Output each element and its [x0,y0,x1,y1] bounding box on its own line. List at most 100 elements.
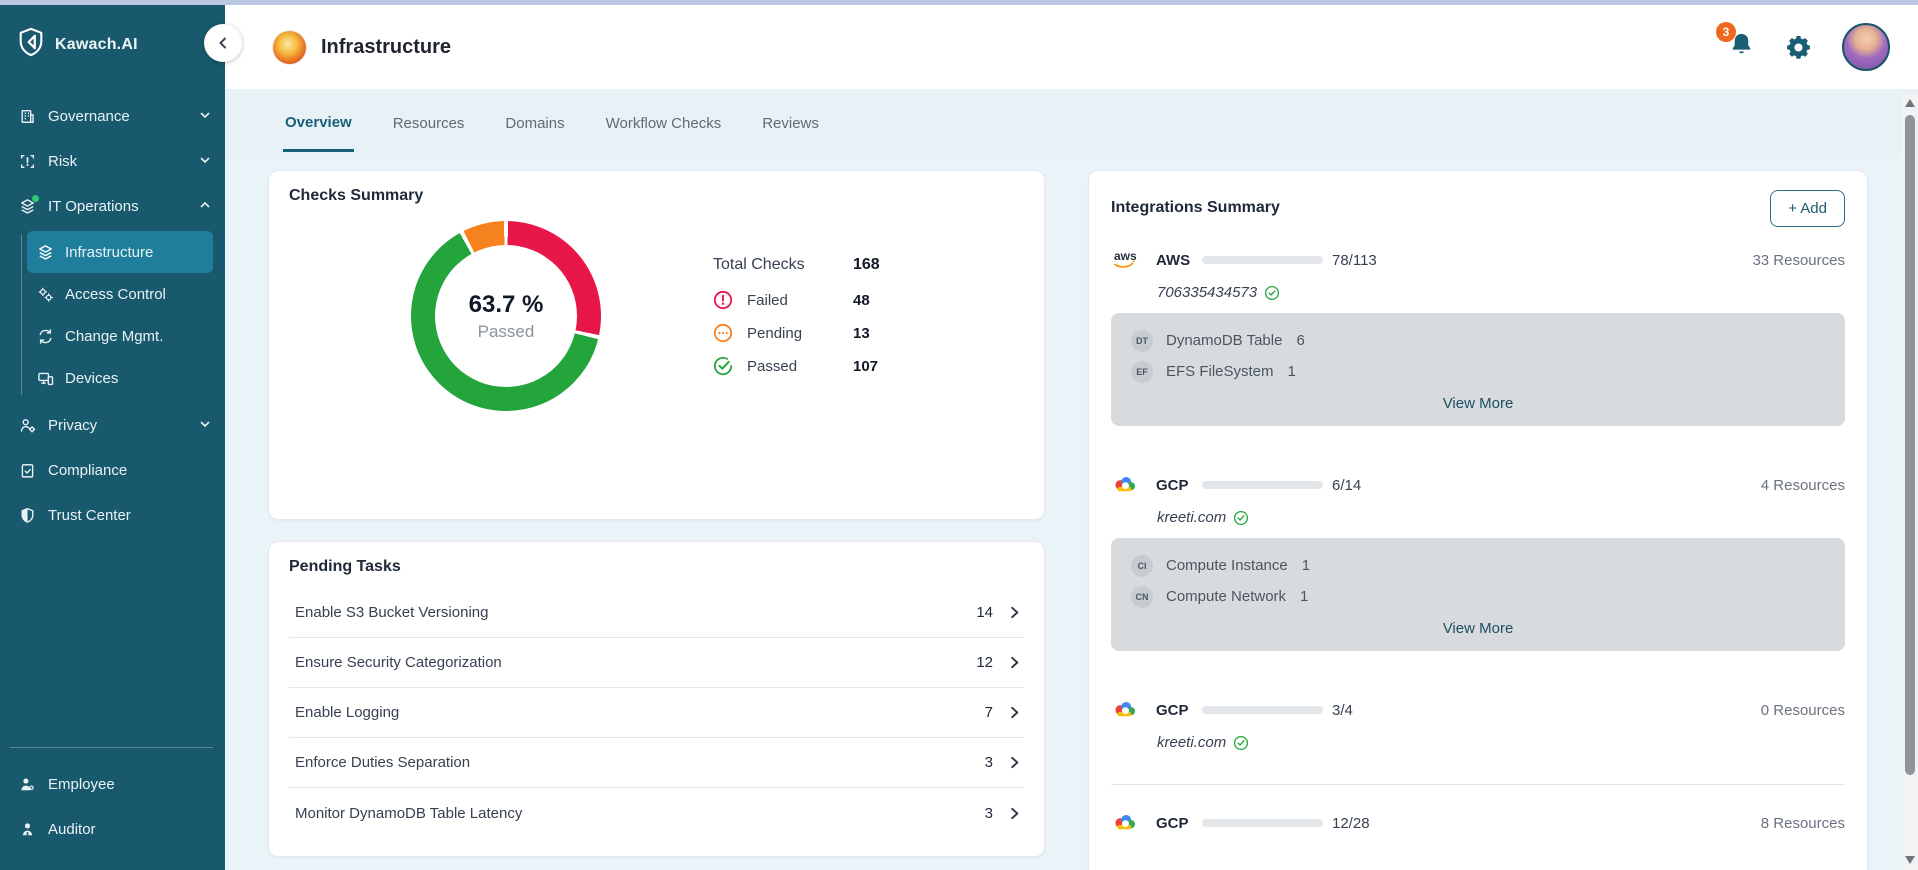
resource-code-badge: DT [1131,330,1153,352]
chevron-right-icon [1007,655,1022,670]
resources-count: 8 Resources [1761,815,1845,832]
integration-item-gcp-3: GCP 12/28 8 Resources [1111,806,1845,840]
add-integration-button[interactable]: + Add [1770,190,1845,227]
notifications-button[interactable]: 3 [1728,31,1755,63]
chevron-right-icon [1007,605,1022,620]
sidebar-item-privacy[interactable]: Privacy [0,403,225,448]
sidebar-item-label: Employee [48,776,211,793]
sidebar: Kawach.AI Governance Risk [0,5,225,870]
sidebar-item-it-operations[interactable]: IT Operations [0,184,225,229]
integration-row[interactable]: aws AWS 78/113 33 Resources [1111,243,1845,277]
task-row-security-categorization[interactable]: Ensure Security Categorization 12 [289,638,1024,688]
provider-name: GCP [1156,702,1202,719]
donut-center-value: 63.7 % [469,291,544,319]
brand-logo: Kawach.AI [0,19,225,72]
sidebar-item-risk[interactable]: Risk [0,139,225,184]
integration-item-gcp-1: GCP 6/14 4 Resources kreeti.com CI [1111,468,1845,651]
resource-type-row: CN Compute Network 1 [1131,581,1825,612]
scrollbar-down-arrow[interactable] [1905,856,1915,864]
provider-name: AWS [1156,252,1202,269]
sidebar-item-devices[interactable]: Devices [27,357,213,399]
it-operations-submenu: Infrastructure Access Control Change Mgm… [0,231,225,399]
sidebar-item-label: Privacy [48,417,187,434]
resource-type-label: DynamoDB Table [1166,332,1282,349]
sidebar-item-label: Auditor [48,821,211,838]
passed-icon [713,356,733,376]
sidebar-item-infrastructure[interactable]: Infrastructure [27,231,213,273]
task-label: Enforce Duties Separation [295,754,985,771]
verified-check-icon [1233,735,1249,751]
sidebar-item-employee[interactable]: Employee [0,762,225,807]
verified-check-icon [1233,510,1249,526]
integration-row[interactable]: GCP 12/28 8 Resources [1111,806,1845,840]
chevron-right-icon [1007,705,1022,720]
pending-tasks-list: Enable S3 Bucket Versioning 14 Ensure Se… [289,588,1024,838]
scrollbar-thumb[interactable] [1905,115,1915,775]
chevron-down-icon [199,153,211,170]
workspace-avatar [273,31,306,64]
tab-workflow-checks[interactable]: Workflow Checks [604,94,724,150]
chevron-down-icon [199,417,211,434]
stat-label: Passed [747,358,853,375]
sidebar-collapse-button[interactable] [204,24,242,62]
task-label: Ensure Security Categorization [295,654,976,671]
stat-value: 48 [853,292,870,309]
integration-row[interactable]: GCP 6/14 4 Resources [1111,468,1845,502]
resource-type-row: EF EFS FileSystem 1 [1131,356,1825,387]
account-row: 706335434573 [1157,284,1845,301]
task-row-dynamodb-latency[interactable]: Monitor DynamoDB Table Latency 3 [289,788,1024,838]
tab-resources[interactable]: Resources [391,94,467,150]
tab-overview[interactable]: Overview [283,93,354,152]
stat-value: 13 [853,325,870,342]
integration-row[interactable]: GCP 3/4 0 Resources [1111,693,1845,727]
sidebar-item-auditor[interactable]: Auditor [0,807,225,852]
resources-count: 0 Resources [1761,702,1845,719]
task-row-s3-versioning[interactable]: Enable S3 Bucket Versioning 14 [289,588,1024,638]
total-checks-label: Total Checks [713,256,853,274]
checks-donut-chart: 63.7 % Passed [411,221,601,411]
scrollbar-up-arrow[interactable] [1905,99,1915,107]
resource-type-label: Compute Network [1166,588,1286,605]
progress-text: 78/113 [1332,252,1377,269]
resource-type-count: 1 [1300,588,1308,605]
sidebar-footer: Employee Auditor [0,747,225,852]
notification-badge: 3 [1716,22,1736,42]
sidebar-item-label: Risk [48,153,187,170]
notification-dot [32,195,39,202]
resource-code-badge: CN [1131,586,1153,608]
view-more-link[interactable]: View More [1131,395,1825,412]
task-row-duties-separation[interactable]: Enforce Duties Separation 3 [289,738,1024,788]
resources-count: 33 Resources [1752,252,1845,269]
integration-item-gcp-2: GCP 3/4 0 Resources kreeti.com [1111,693,1845,751]
account-id: 706335434573 [1157,284,1257,301]
settings-button[interactable] [1785,34,1812,61]
integration-item-aws: aws AWS 78/113 33 Resources 706335434573 [1111,243,1845,426]
sidebar-item-label: Change Mgmt. [65,328,163,345]
sidebar-item-label: Devices [65,370,118,387]
sidebar-item-governance[interactable]: Governance [0,94,225,139]
sidebar-item-access-control[interactable]: Access Control [27,273,213,315]
sidebar-item-change-mgmt[interactable]: Change Mgmt. [27,315,213,357]
task-count: 3 [985,754,993,771]
checks-summary-card: Checks Summary 63.7 % Passed Total Check… [268,170,1045,520]
task-row-enable-logging[interactable]: Enable Logging 7 [289,688,1024,738]
pending-stat-row: Pending 13 [713,323,880,343]
progress-text: 6/14 [1332,477,1361,494]
tab-reviews[interactable]: Reviews [760,94,821,150]
progress-bar [1202,706,1323,714]
progress-bar [1202,256,1323,264]
gcp-logo-icon [1111,474,1147,496]
view-more-link[interactable]: View More [1131,620,1825,637]
sidebar-item-trust-center[interactable]: Trust Center [0,493,225,538]
user-avatar[interactable] [1842,23,1890,71]
gcp-logo-icon [1111,812,1147,834]
content-area: Checks Summary 63.7 % Passed Total Check… [225,155,1918,870]
resource-type-row: DT DynamoDB Table 6 [1131,325,1825,356]
pending-tasks-title: Pending Tasks [289,558,1024,576]
tab-domains[interactable]: Domains [503,94,566,150]
provider-name: GCP [1156,477,1202,494]
task-label: Enable Logging [295,704,985,721]
vertical-scrollbar[interactable] [1902,93,1918,870]
sidebar-item-compliance[interactable]: Compliance [0,448,225,493]
devices-icon [36,369,54,387]
